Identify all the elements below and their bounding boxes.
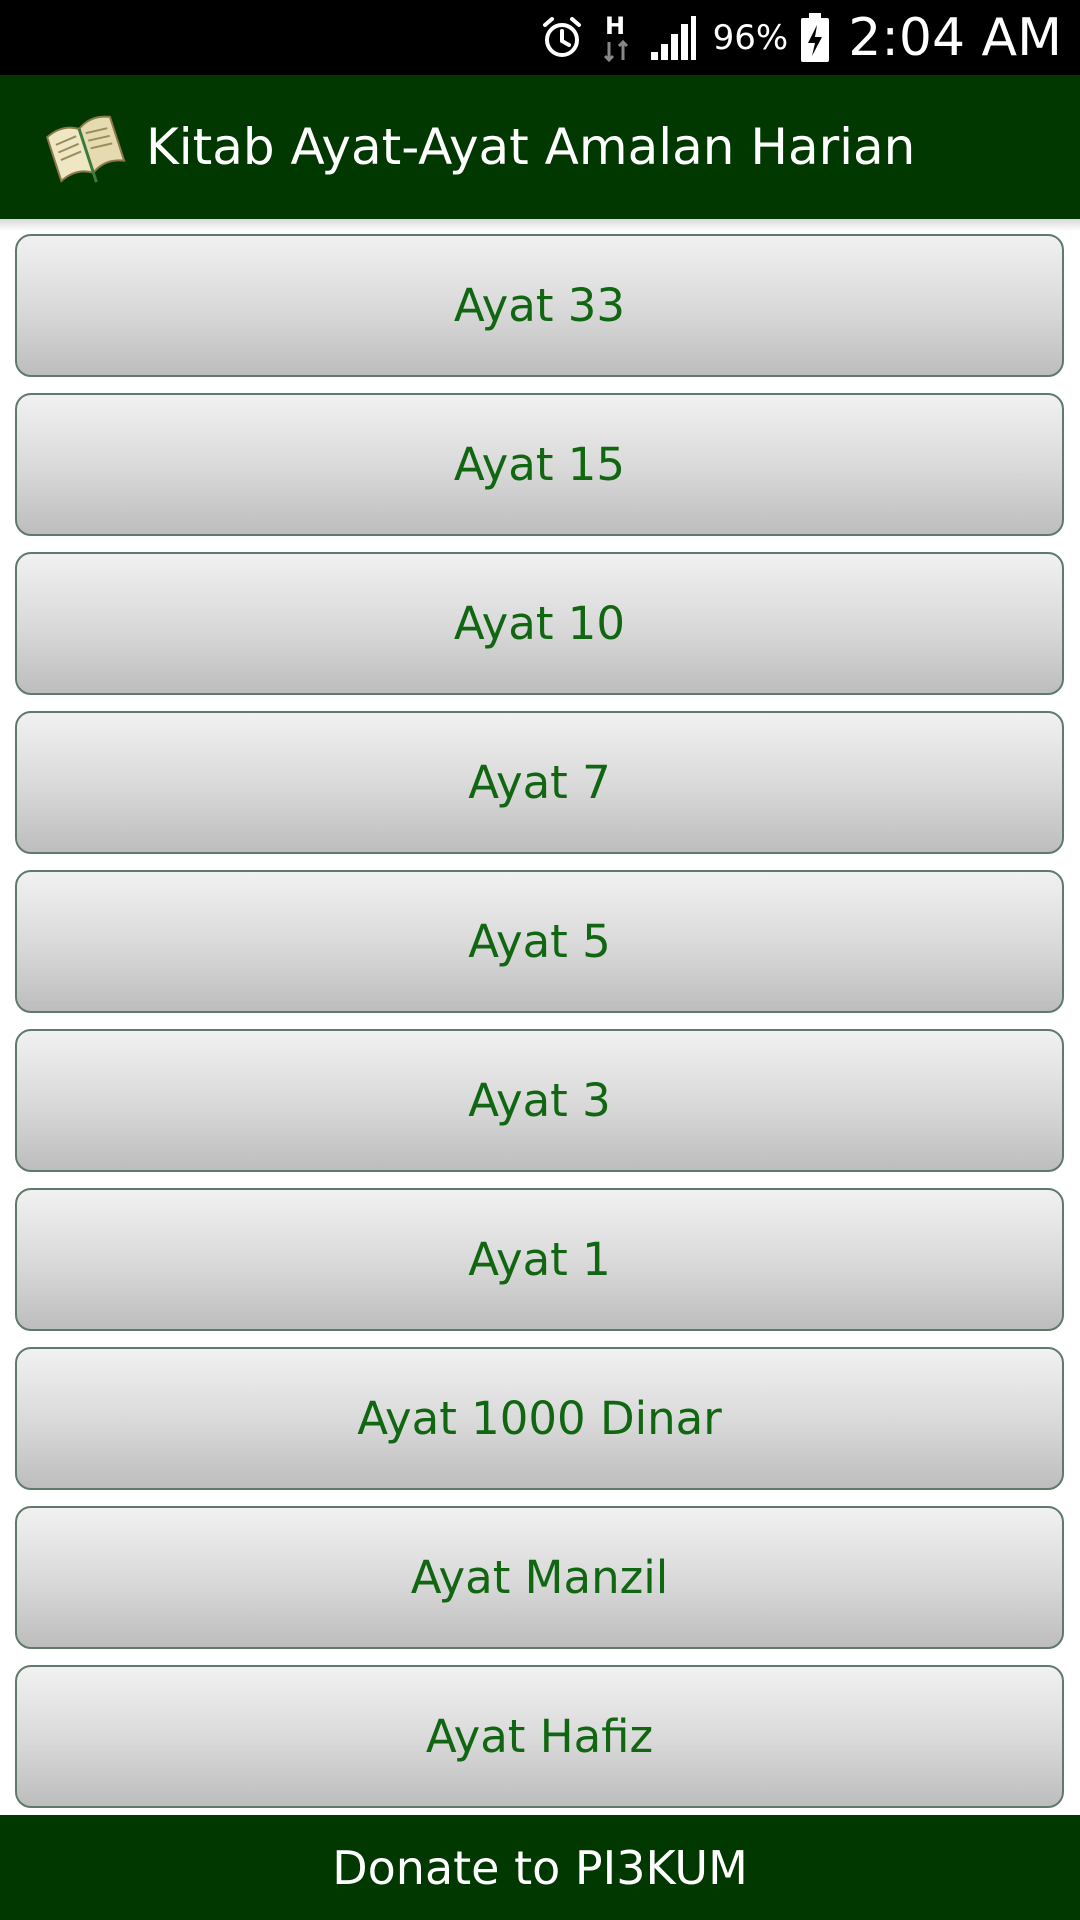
quran-book-icon xyxy=(42,104,128,190)
item-label: Ayat Manzil xyxy=(410,1551,669,1604)
ayat-3-button[interactable]: Ayat 3 xyxy=(15,1029,1064,1172)
signal-icon xyxy=(649,14,697,62)
ayat-5-button[interactable]: Ayat 5 xyxy=(15,870,1064,1013)
ayat-7-button[interactable]: Ayat 7 xyxy=(15,711,1064,854)
item-label: Ayat 33 xyxy=(453,279,626,332)
ayat-33-button[interactable]: Ayat 33 xyxy=(15,234,1064,377)
item-label: Ayat 7 xyxy=(468,756,611,809)
item-label: Ayat 1 xyxy=(468,1233,611,1286)
status-bar: H 96% 2:04 AM xyxy=(0,0,1080,75)
item-label: Ayat 10 xyxy=(453,597,626,650)
item-label: Ayat Hafiz xyxy=(425,1710,654,1763)
app-bar: Kitab Ayat-Ayat Amalan Harian xyxy=(0,75,1080,219)
app-bar-shadow xyxy=(0,219,1080,231)
item-label: Ayat 5 xyxy=(468,915,611,968)
donate-button[interactable]: Donate to PI3KUM xyxy=(0,1815,1080,1920)
battery-charging-icon xyxy=(800,12,830,63)
ayat-hafiz-button[interactable]: Ayat Hafiz xyxy=(15,1665,1064,1808)
donate-label: Donate to PI3KUM xyxy=(332,1840,748,1895)
clock: 2:04 AM xyxy=(848,7,1062,68)
ayat-15-button[interactable]: Ayat 15 xyxy=(15,393,1064,536)
ayat-manzil-button[interactable]: Ayat Manzil xyxy=(15,1506,1064,1649)
battery-percent: 96% xyxy=(712,17,789,58)
ayat-1-button[interactable]: Ayat 1 xyxy=(15,1188,1064,1331)
app-title: Kitab Ayat-Ayat Amalan Harian xyxy=(146,118,916,176)
item-label: Ayat 15 xyxy=(453,438,626,491)
alarm-icon xyxy=(539,15,585,61)
svg-text:H: H xyxy=(605,12,625,40)
item-label: Ayat 1000 Dinar xyxy=(357,1392,722,1445)
ayat-list: Ayat 33 Ayat 15 Ayat 10 Ayat 7 Ayat 5 Ay… xyxy=(15,234,1064,1824)
ayat-1000-dinar-button[interactable]: Ayat 1000 Dinar xyxy=(15,1347,1064,1490)
status-icons: H 96% 2:04 AM xyxy=(539,0,1062,75)
item-label: Ayat 3 xyxy=(468,1074,611,1127)
ayat-10-button[interactable]: Ayat 10 xyxy=(15,552,1064,695)
network-h-icon: H xyxy=(597,10,637,66)
